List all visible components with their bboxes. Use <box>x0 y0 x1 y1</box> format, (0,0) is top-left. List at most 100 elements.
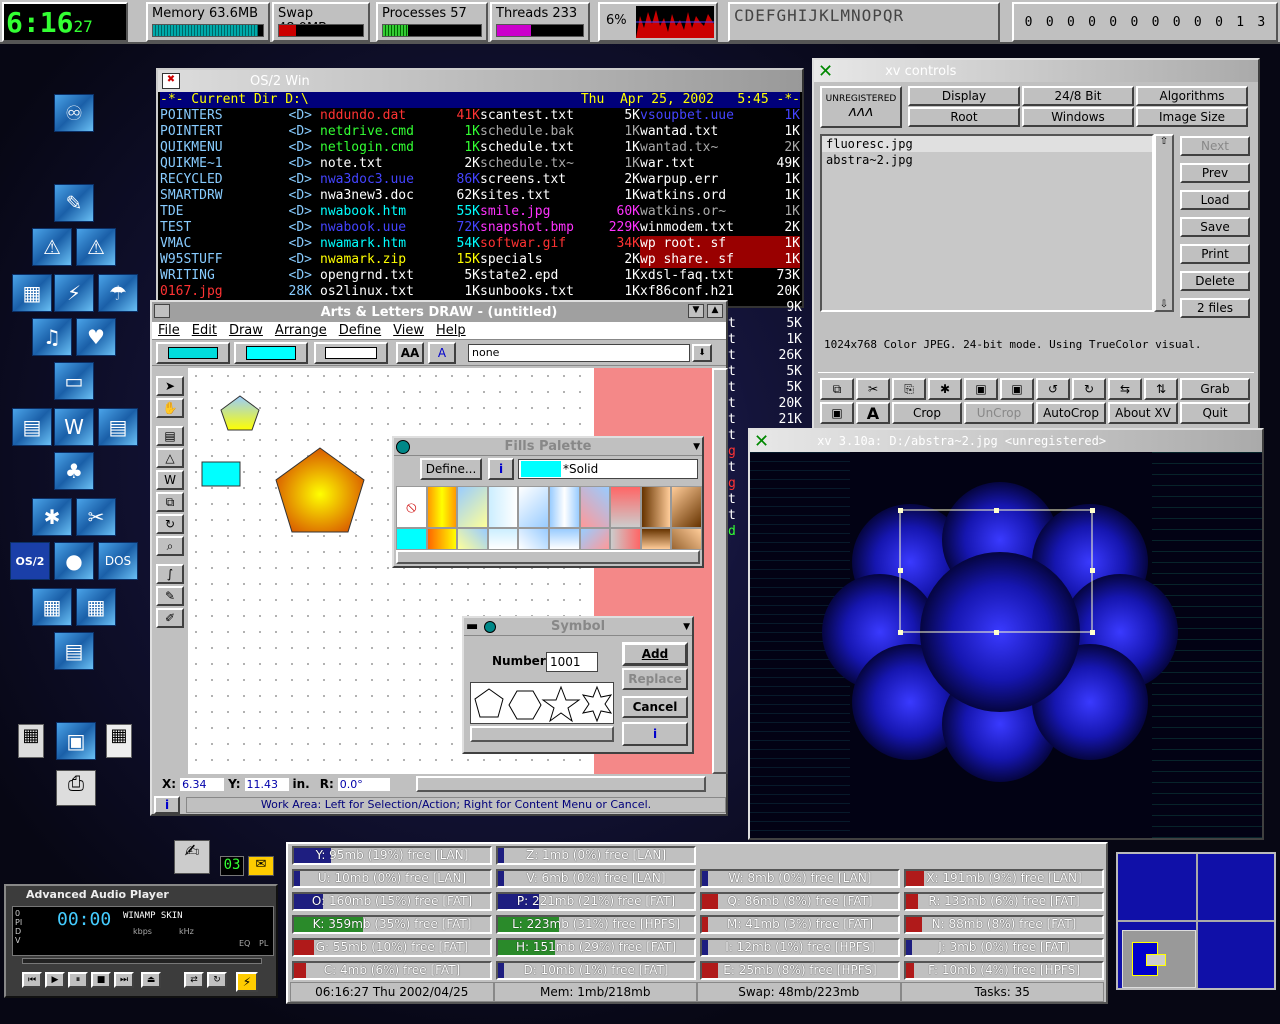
audio-eq[interactable]: EQ <box>239 939 250 948</box>
balloon-icon[interactable]: ☂ <box>98 274 138 312</box>
image-canvas[interactable] <box>750 452 1262 838</box>
dir-entry[interactable]: wp share. sf 1K <box>640 252 800 268</box>
drive-status[interactable]: I: 12mb (1%) free [HPFS] <box>700 938 900 957</box>
fill-color-button[interactable] <box>234 342 308 364</box>
fill-swatch[interactable] <box>610 528 641 550</box>
dir-entry[interactable]: nddundo.dat 41K <box>320 108 480 124</box>
define-button[interactable]: Define... <box>420 458 482 480</box>
clock-widget[interactable]: 6:1627 <box>2 2 128 42</box>
xv-uncrop-button[interactable]: UnCrop <box>964 402 1034 424</box>
dir-entry[interactable]: VMAC <D> <box>160 236 312 252</box>
dir-entry[interactable]: POINTERT <D> <box>160 124 312 140</box>
apple-icon[interactable]: ● <box>54 542 94 580</box>
notes-icon[interactable]: ✍ <box>174 840 210 874</box>
drive-status[interactable]: Y: 95mb (19%) free [LAN] <box>292 846 492 865</box>
dir-entry[interactable]: sunbooks.txt 1K <box>480 284 640 300</box>
zoom-icon[interactable]: ⌕ <box>156 536 184 556</box>
xv-2-files-button[interactable]: 2 files <box>1180 298 1250 318</box>
fill-swatch[interactable] <box>457 486 488 528</box>
wrench-icon[interactable]: ✂ <box>76 498 116 536</box>
replace-button[interactable]: Replace <box>622 668 688 690</box>
dir-entry[interactable]: wp root. sf 1K <box>640 236 800 252</box>
grid-icon-2[interactable]: ▦ <box>76 588 116 626</box>
fill-swatch[interactable] <box>549 528 580 550</box>
fill-swatch[interactable] <box>610 486 641 528</box>
xv-next-button[interactable]: Next <box>1180 136 1250 156</box>
number-field[interactable]: 1001 <box>546 652 598 672</box>
dir-entry[interactable]: os2linux.txt 1K <box>320 284 480 300</box>
xv-about-xv-button[interactable]: About XV <box>1108 402 1178 424</box>
type-tool-button[interactable]: A <box>428 342 456 364</box>
dir-entry[interactable]: nwabook.htm 55K <box>320 204 480 220</box>
fill-swatch[interactable] <box>487 528 519 550</box>
board-icon[interactable]: ▤ <box>98 408 138 446</box>
xv-controls-window[interactable]: ✕ xv controls UNREGISTERED ʌʌʌ fluoresc.j… <box>812 58 1260 430</box>
text-tool-icon[interactable]: W <box>156 470 184 490</box>
dir-entry[interactable]: wantad.txt 1K <box>640 124 800 140</box>
xv-tool-icon[interactable]: ⧉ <box>820 378 854 400</box>
fill-swatch[interactable] <box>426 528 458 550</box>
dir-entry[interactable]: opengrnd.txt 5K <box>320 268 480 284</box>
fill-swatch[interactable] <box>640 486 672 528</box>
xv-fullscreen-icon[interactable]: ▣ <box>820 402 854 424</box>
xv-print-button[interactable]: Print <box>1180 244 1250 264</box>
transform-tool-icon[interactable]: ⧉ <box>156 492 184 512</box>
drive-status[interactable]: L: 223mb (31%) free [HPFS] <box>496 915 696 934</box>
xv-24-8-bit-button[interactable]: 24/8 Bit <box>1022 86 1134 106</box>
dir-entry[interactable]: xf86conf.h21 20K <box>640 284 800 300</box>
al-horizontal-scrollbar[interactable] <box>415 776 706 792</box>
menu-edit[interactable]: Edit <box>192 323 217 338</box>
calculator-icon-2[interactable]: ▦ <box>106 724 132 758</box>
drive-status[interactable]: R: 133mb (6%) free [FAT] <box>904 892 1104 911</box>
tree-icon[interactable]: ♣ <box>54 452 94 490</box>
audio-player[interactable]: Advanced Audio Player 0PIDV 00:00 WINAMP… <box>4 884 278 998</box>
drive-status[interactable]: F: 10mb (4%) free [HPFS] <box>904 961 1104 980</box>
dir-entry[interactable]: 0167.jpg 28K <box>160 284 312 300</box>
symbol-info-button[interactable]: i <box>622 722 688 746</box>
menu-arrange[interactable]: Arrange <box>275 323 327 338</box>
xv-algorithms-button[interactable]: Algorithms <box>1136 86 1248 106</box>
xv-tool-icon[interactable]: ↻ <box>1072 378 1106 400</box>
dir-entry[interactable]: netdrive.cmd 1K <box>320 124 480 140</box>
symbol-sys-icon[interactable] <box>484 620 496 633</box>
menu-view[interactable]: View <box>393 323 424 338</box>
fill-swatch[interactable] <box>640 528 672 550</box>
symbol-titlebar[interactable]: ▬ Symbol ▼ <box>464 618 692 636</box>
symbol-scrollbar[interactable] <box>470 726 614 742</box>
printer-icon[interactable]: ⎙ <box>56 770 96 806</box>
dir-entry[interactable]: warpup.err 1K <box>640 172 800 188</box>
unregistered-logo[interactable]: UNREGISTERED ʌʌʌ <box>820 86 902 128</box>
dir-entry[interactable]: scantest.txt 5K <box>480 108 640 124</box>
pencil-icon[interactable]: ✎ <box>54 184 94 222</box>
dir-entry[interactable]: schedule.txt 1K <box>480 140 640 156</box>
symbol-dropdown-icon[interactable]: ▼ <box>683 622 690 632</box>
xv-windows-button[interactable]: Windows <box>1022 107 1134 127</box>
warning-icon-2[interactable]: ⚠ <box>76 228 116 266</box>
dir-entry[interactable]: TEST <D> <box>160 220 312 236</box>
dir-entry[interactable]: RECYCLED <D> <box>160 172 312 188</box>
network-icon[interactable]: ⚡ <box>54 274 94 312</box>
menu-define[interactable]: Define <box>339 323 381 338</box>
drive-status[interactable]: P: 221mb (21%) free [FAT] <box>496 892 696 911</box>
xv-prev-button[interactable]: Prev <box>1180 163 1250 183</box>
grid-icon[interactable]: ▦ <box>32 588 72 626</box>
minimize-icon[interactable]: ▼ <box>688 304 704 318</box>
fill-swatch[interactable] <box>549 486 580 528</box>
system-menu-icon[interactable] <box>154 304 170 318</box>
drive-status[interactable]: Q: 86mb (8%) free [FAT] <box>700 892 900 911</box>
fills-scrollbar[interactable] <box>396 550 700 564</box>
drive-status[interactable]: U: 10mb (0%) free [LAN] <box>292 869 492 888</box>
xv-delete-button[interactable]: Delete <box>1180 271 1250 291</box>
dir-entry[interactable]: vsoupbet.uue 1K <box>640 108 800 124</box>
os2-icon[interactable]: OS/2 <box>10 542 50 580</box>
previous-icon[interactable]: ⏮ <box>22 972 42 988</box>
dir-entry[interactable]: nwabook.uue 72K <box>320 220 480 236</box>
menu-help[interactable]: Help <box>436 323 466 338</box>
drive-letters[interactable]: CDEFGHIJKLMNOPQR <box>728 2 1000 42</box>
dir-entry[interactable]: note.txt 2K <box>320 156 480 172</box>
dir-entry[interactable]: winmodem.txt 2K <box>640 220 800 236</box>
symbol-preview[interactable] <box>470 682 614 724</box>
drive-status[interactable]: K: 359mb (35%) free [FAT] <box>292 915 492 934</box>
dir-entry[interactable]: TDE <D> <box>160 204 312 220</box>
cancel-button[interactable]: Cancel <box>622 696 688 718</box>
